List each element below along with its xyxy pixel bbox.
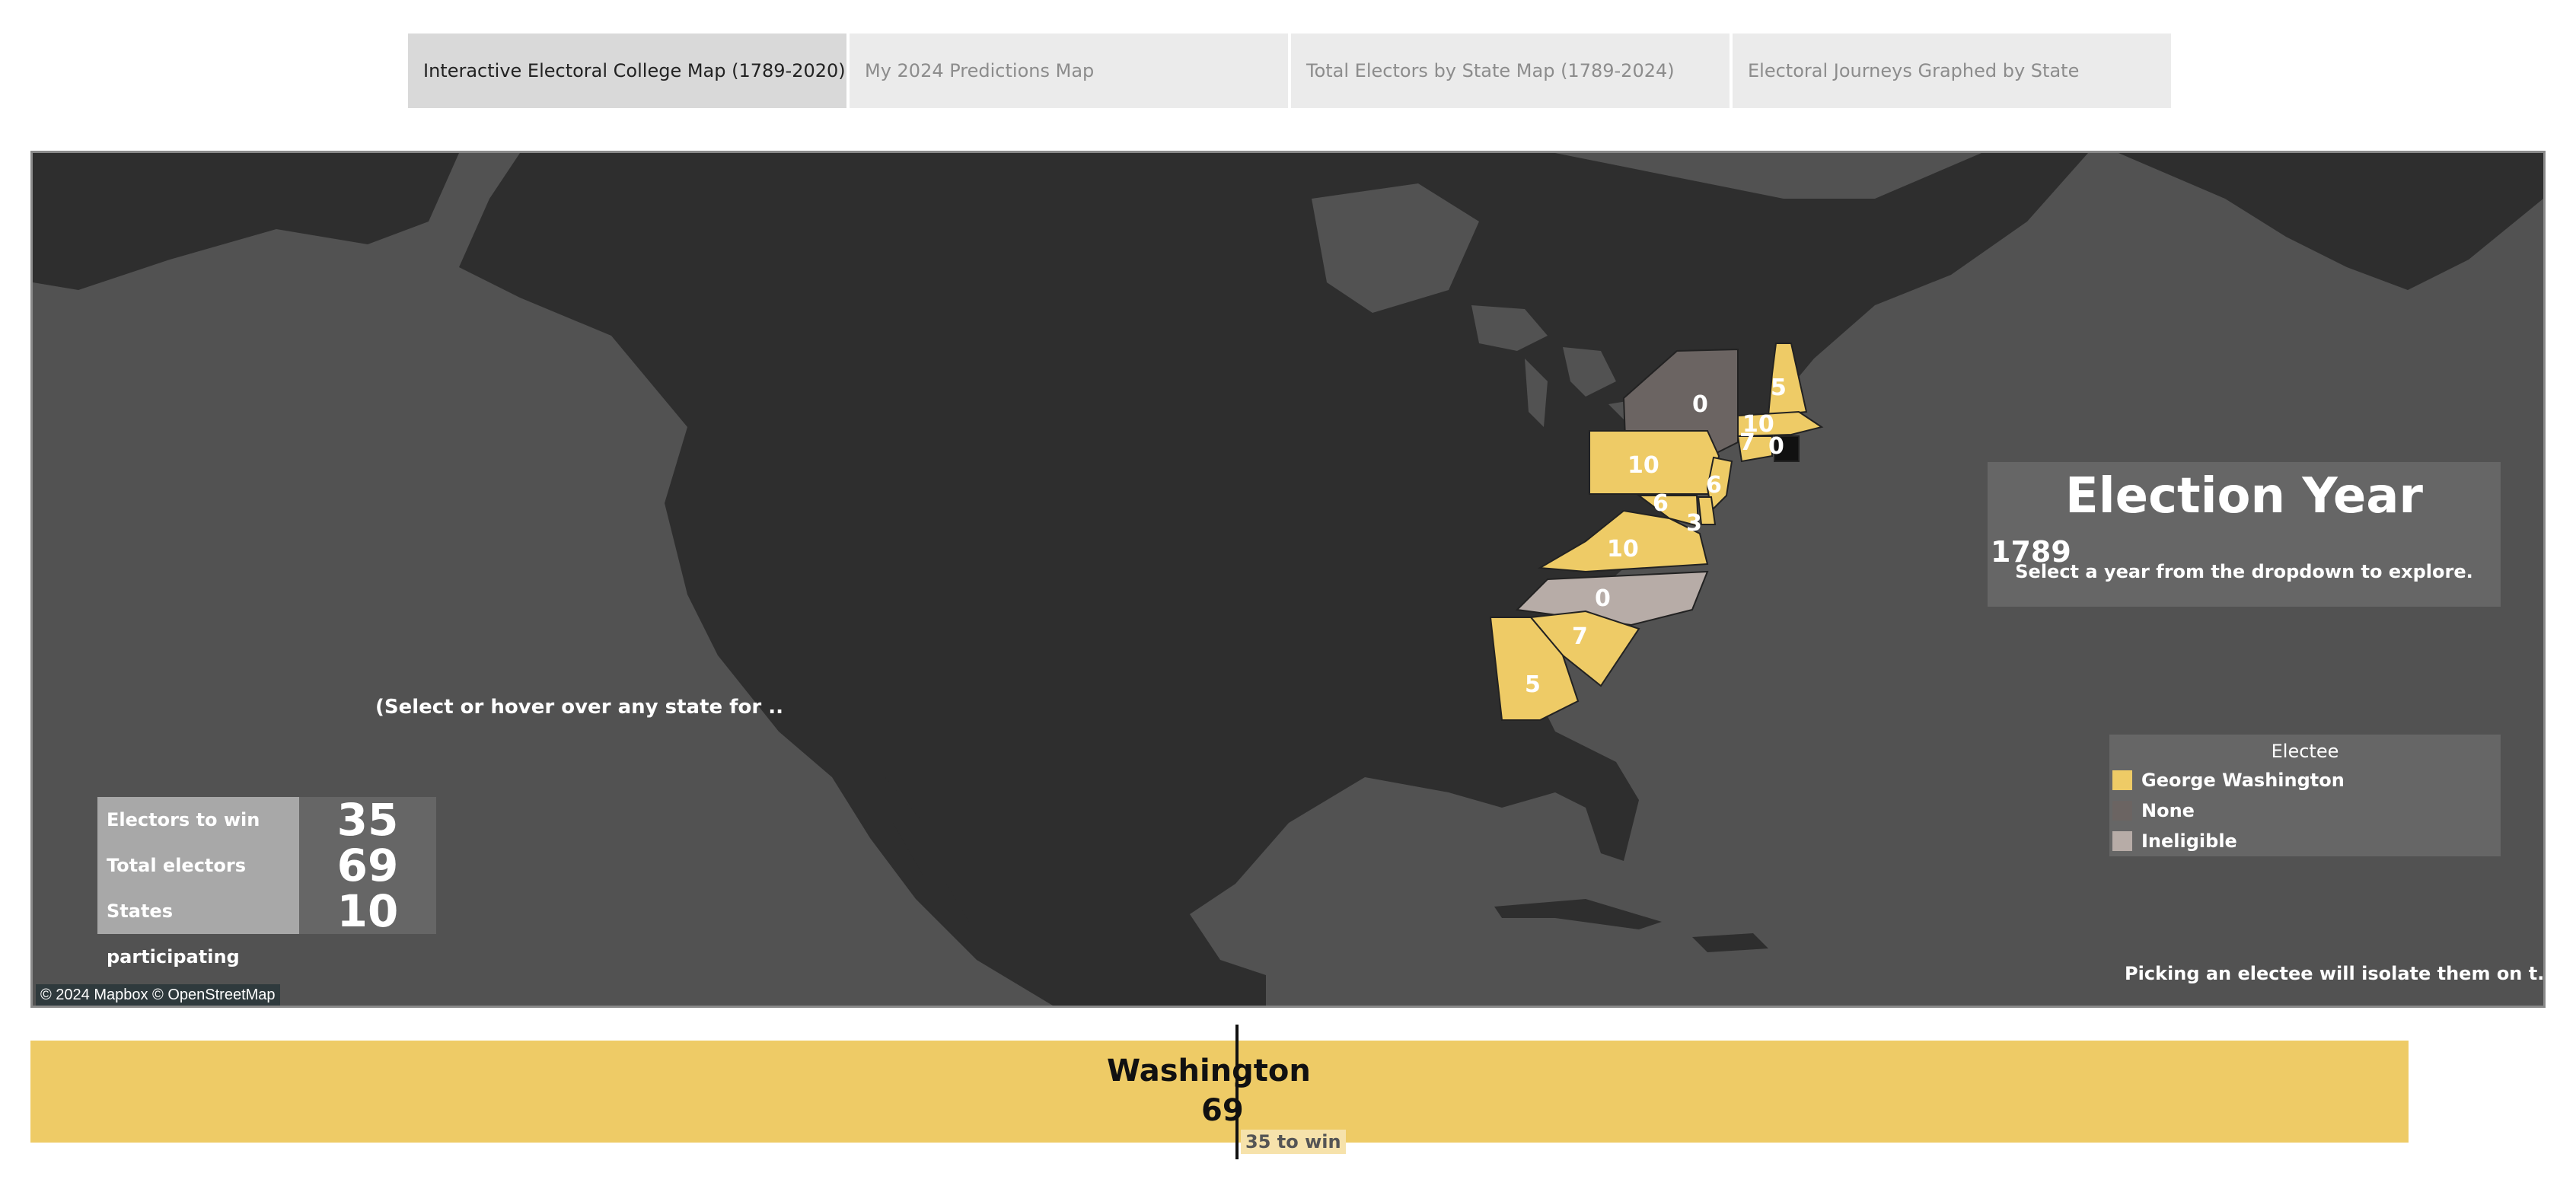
stat-label: Total electors bbox=[97, 843, 299, 888]
tab-total-electors-map[interactable]: Total Electors by State Map (1789-2024) bbox=[1291, 33, 1730, 108]
label-ct: 7 bbox=[1739, 429, 1755, 456]
label-va: 10 bbox=[1607, 536, 1639, 563]
label-pa: 10 bbox=[1628, 452, 1659, 479]
stat-value: 35 bbox=[299, 797, 436, 843]
legend-swatch bbox=[2112, 831, 2132, 851]
election-year-subtitle: Select a year from the dropdown to explo… bbox=[2015, 561, 2473, 582]
legend-label: None bbox=[2141, 800, 2195, 821]
alaska-landmass bbox=[33, 153, 459, 290]
label-ri: 0 bbox=[1768, 433, 1784, 460]
state-select-hint: (Select or hover over any state for .. bbox=[375, 696, 783, 719]
stat-states-participating: States participating 10 bbox=[97, 888, 436, 967]
dashboard-tabs: Interactive Electoral College Map (1789-… bbox=[408, 33, 2171, 108]
legend-swatch bbox=[2112, 770, 2132, 790]
legend-item-none[interactable]: None bbox=[2109, 795, 2501, 826]
stat-value: 69 bbox=[299, 843, 436, 888]
legend-swatch bbox=[2112, 801, 2132, 821]
tab-2024-predictions-map[interactable]: My 2024 Predictions Map bbox=[850, 33, 1288, 108]
stat-label: States participating bbox=[97, 888, 299, 967]
electoral-stats-panel: Electors to win 35 Total electors 69 Sta… bbox=[97, 797, 436, 967]
electee-legend: Electee George Washington None Ineligibl… bbox=[2109, 735, 2501, 856]
legend-item-george-washington[interactable]: George Washington bbox=[2109, 765, 2501, 795]
electoral-map[interactable]: 0 5 10 7 0 10 6 3 6 10 0 7 5 (Select or … bbox=[30, 151, 2546, 1008]
label-nc: 0 bbox=[1595, 585, 1611, 612]
north-america-landmass bbox=[459, 153, 2088, 1006]
stat-total-electors: Total electors 69 bbox=[97, 843, 436, 888]
electee-isolate-hint: Picking an electee will isolate them on … bbox=[2125, 963, 2546, 984]
stat-label: Electors to win bbox=[97, 797, 299, 843]
tab-interactive-electoral-map[interactable]: Interactive Electoral College Map (1789-… bbox=[408, 33, 846, 108]
hispaniola-landmass bbox=[1692, 933, 1768, 952]
candidate-name-label: Washington bbox=[1107, 1054, 1311, 1089]
label-nj: 6 bbox=[1706, 472, 1722, 499]
stat-electors-to-win: Electors to win 35 bbox=[97, 797, 436, 843]
label-ny: 0 bbox=[1692, 391, 1708, 418]
stat-value: 10 bbox=[299, 888, 436, 934]
legend-item-ineligible[interactable]: Ineligible bbox=[2109, 826, 2501, 856]
tab-electoral-journeys[interactable]: Electoral Journeys Graphed by State bbox=[1733, 33, 2171, 108]
election-year-selector[interactable]: Election Year 1789 Select a year from th… bbox=[1988, 462, 2501, 607]
label-de: 3 bbox=[1686, 510, 1702, 537]
label-md: 6 bbox=[1653, 490, 1669, 517]
win-threshold-line bbox=[1235, 1025, 1239, 1159]
label-sc: 7 bbox=[1572, 623, 1588, 650]
win-threshold-label: 35 to win bbox=[1241, 1130, 1346, 1154]
cuba-landmass bbox=[1494, 899, 1662, 929]
legend-label: George Washington bbox=[2141, 770, 2345, 791]
label-ga: 5 bbox=[1525, 671, 1541, 698]
map-attribution[interactable]: © 2024 Mapbox © OpenStreetMap bbox=[36, 984, 280, 1006]
legend-label: Ineligible bbox=[2141, 830, 2237, 852]
election-year-title: Election Year bbox=[2065, 468, 2423, 524]
legend-title: Electee bbox=[2271, 741, 2339, 762]
greenland-landmass bbox=[2119, 153, 2543, 290]
label-nh: 5 bbox=[1771, 375, 1787, 401]
